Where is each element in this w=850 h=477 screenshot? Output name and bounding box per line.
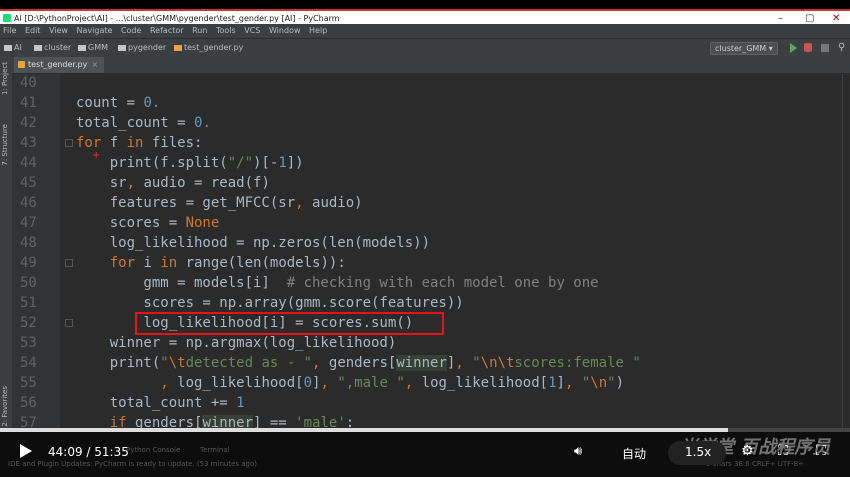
- quality-button[interactable]: 自动: [622, 445, 646, 462]
- picture-in-picture-icon[interactable]: ⛶: [778, 443, 788, 459]
- line-number: 50: [20, 275, 37, 291]
- menu-window[interactable]: Window: [269, 26, 301, 35]
- code-line: winner = np.argmax(log_likelihood): [76, 335, 397, 351]
- code-line: scores = None: [76, 215, 220, 231]
- line-number: 44: [20, 155, 37, 171]
- tab-test-gender[interactable]: test_gender.py ×: [14, 57, 105, 73]
- menu-tools[interactable]: Tools: [216, 26, 236, 35]
- code-line: print("\tdetected as - ", genders[winner…: [76, 355, 641, 371]
- menu-code[interactable]: Code: [121, 26, 141, 35]
- code-line: total_count += 1: [76, 395, 245, 411]
- search-icon[interactable]: ⚲: [838, 39, 845, 57]
- favorites-panel-toggle[interactable]: 2: Favorites: [1, 386, 9, 427]
- run-icon[interactable]: [790, 43, 797, 53]
- breadcrumb-file[interactable]: test_gender.py: [174, 39, 243, 57]
- code-line: print(f.split("/")[-1]): [76, 155, 304, 171]
- code-line: , log_likelihood[0], ",male ", log_likel…: [160, 375, 624, 391]
- fold-marker-icon[interactable]: [65, 259, 73, 267]
- structure-panel-toggle[interactable]: 7: Structure: [1, 124, 9, 166]
- menu-bar: File Edit View Navigate Code Refactor Ru…: [0, 24, 850, 38]
- annotation-highlight-box: [135, 312, 444, 335]
- code-line: if genders[winner] == 'male':: [76, 415, 354, 428]
- stop-icon[interactable]: [821, 44, 829, 52]
- debug-icon[interactable]: [804, 43, 812, 52]
- python-file-icon: [174, 44, 182, 51]
- menu-edit[interactable]: Edit: [25, 26, 41, 35]
- video-top-bar: [0, 0, 850, 9]
- line-number: 54: [20, 355, 37, 371]
- code-line: log_likelihood = np.zeros(len(models)): [76, 235, 431, 251]
- code-line: total_count = 0.: [76, 115, 211, 131]
- code-line: for f in files:: [76, 135, 203, 151]
- line-number: 47: [20, 215, 37, 231]
- code-line: count = 0.: [76, 95, 161, 111]
- menu-view[interactable]: View: [49, 26, 68, 35]
- line-number: 43: [20, 135, 37, 151]
- python-file-icon: [18, 61, 25, 68]
- run-configuration-select[interactable]: cluster_GMM ▾: [710, 42, 778, 55]
- ide-status-message: IDE and Plugin Updates: PyCharm is ready…: [8, 460, 257, 468]
- code-line: features = get_MFCC(sr, audio): [76, 195, 363, 211]
- menu-file[interactable]: File: [3, 26, 16, 35]
- editor-tab-bar: test_gender.py ×: [12, 57, 850, 74]
- folder-icon: [78, 44, 86, 51]
- python-console-tab[interactable]: Python Console: [126, 446, 180, 454]
- breadcrumb-pygender[interactable]: pygender: [118, 39, 166, 57]
- line-number: 55: [20, 375, 37, 391]
- line-number: 40: [20, 75, 37, 91]
- folder-icon: [4, 44, 12, 51]
- line-number-gutter: 40 41 42 43 44 45 46 47 48 49 50 51 52 5…: [12, 74, 60, 431]
- video-time-display: 44:09 / 51:35: [48, 445, 129, 459]
- pycharm-app-icon: [3, 14, 11, 22]
- breadcrumb-cluster[interactable]: cluster: [34, 39, 71, 57]
- line-number: 56: [20, 395, 37, 411]
- menu-refactor[interactable]: Refactor: [150, 26, 184, 35]
- menu-help[interactable]: Help: [309, 26, 327, 35]
- menu-navigate[interactable]: Navigate: [77, 26, 113, 35]
- volume-icon[interactable]: 🔊︎: [574, 444, 582, 459]
- line-number: 42: [20, 115, 37, 131]
- line-number: 41: [20, 95, 37, 111]
- folder-icon: [118, 44, 126, 51]
- line-number: 48: [20, 235, 37, 251]
- speed-button[interactable]: 1.5x: [685, 445, 711, 459]
- breadcrumb-gmm[interactable]: GMM: [78, 39, 108, 57]
- code-line: for i in range(len(models)):: [109, 255, 346, 271]
- code-editor[interactable]: count = 0. total_count = 0. for f in fil…: [60, 74, 842, 428]
- line-number: 45: [20, 175, 37, 191]
- line-number: 46: [20, 195, 37, 211]
- editor-scrollbar[interactable]: [842, 74, 850, 428]
- fullscreen-icon[interactable]: ⛶: [816, 443, 826, 459]
- terminal-tab[interactable]: Terminal: [200, 446, 230, 454]
- menu-run[interactable]: Run: [192, 26, 207, 35]
- menu-vcs[interactable]: VCS: [244, 26, 260, 35]
- line-number: 53: [20, 335, 37, 351]
- folder-icon: [34, 44, 42, 51]
- play-icon[interactable]: [20, 444, 32, 458]
- line-number: 49: [20, 255, 37, 271]
- navigation-bar: AI cluster GMM pygender test_gender.py c…: [0, 38, 850, 58]
- line-number: 52: [20, 315, 37, 331]
- video-progress-bar[interactable]: [0, 428, 850, 432]
- code-line: scores = np.array(gmm.score(features)): [76, 295, 464, 311]
- project-panel-toggle[interactable]: 1: Project: [1, 62, 9, 95]
- fold-marker-icon[interactable]: [65, 139, 73, 147]
- tab-close-icon[interactable]: ×: [91, 60, 98, 69]
- line-number: 51: [20, 295, 37, 311]
- breadcrumb-ai[interactable]: AI: [4, 39, 22, 57]
- code-line: sr, audio = read(f): [76, 175, 270, 191]
- code-line: gmm = models[i] # checking with each mod…: [76, 275, 599, 291]
- settings-gear-icon[interactable]: ⚙: [741, 443, 754, 459]
- video-progress-fill: [0, 428, 728, 432]
- cursor-marker-icon: +: [92, 150, 101, 161]
- fold-marker-icon[interactable]: [65, 319, 73, 327]
